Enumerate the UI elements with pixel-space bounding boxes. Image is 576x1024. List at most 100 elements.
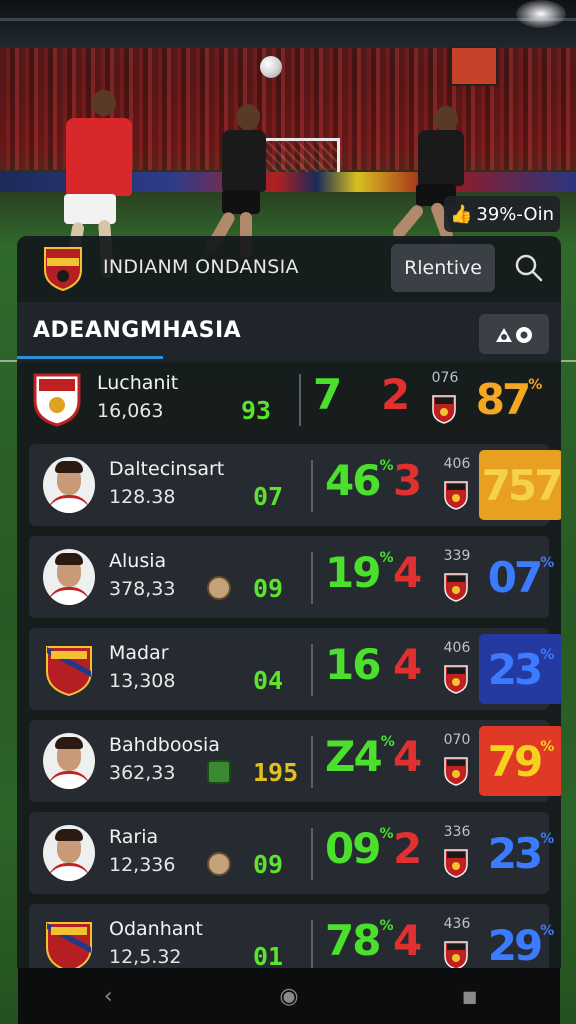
- stat-secondary: 4: [393, 916, 423, 965]
- approval-badge-text: 39%-Oin: [476, 203, 554, 225]
- club-crest-icon: [46, 646, 92, 697]
- player-name: Daltecinsart: [109, 458, 225, 480]
- options-icon: [496, 327, 532, 343]
- team-crest-icon: [444, 665, 468, 694]
- divider: [311, 552, 313, 604]
- team-crest-icon: [444, 941, 468, 968]
- club-crest-icon: [44, 247, 82, 292]
- player-value: 362,33: [109, 762, 176, 784]
- stat-secondary: 4: [393, 548, 423, 597]
- score: 01: [253, 942, 284, 968]
- stat-small: 336: [443, 824, 471, 840]
- team-crest-icon: [444, 573, 468, 602]
- stat-small: 406: [443, 456, 471, 472]
- stat-secondary: 3: [393, 456, 423, 505]
- divider: [311, 736, 313, 788]
- player-name: Madar: [109, 642, 169, 664]
- team-crest-icon: [432, 395, 456, 424]
- avatar: [43, 457, 95, 513]
- player-name: Luchanit: [97, 372, 179, 394]
- search-icon[interactable]: [513, 252, 545, 284]
- stat-primary: Z4%: [325, 732, 395, 781]
- avatar: [43, 549, 95, 605]
- stat-secondary: 2: [393, 824, 423, 873]
- club-mini-badge-icon: [207, 760, 231, 784]
- rating-badge[interactable]: 757: [479, 450, 561, 520]
- approval-badge[interactable]: 👍 39%-Oin: [444, 196, 560, 232]
- stat-primary: 78%: [325, 916, 393, 965]
- team-crest-icon: [444, 849, 468, 878]
- divider: [311, 828, 313, 880]
- table-row[interactable]: Odanhant 12,5.32 01 78% 4 436 29%: [29, 904, 554, 968]
- stat-primary: 7: [313, 370, 342, 419]
- team-crest-icon: [444, 481, 468, 510]
- player-value: 12,5.32: [109, 946, 182, 968]
- player-value: 378,33: [109, 578, 176, 600]
- stat-primary: 46%: [325, 456, 393, 505]
- player-name: Alusia: [109, 550, 167, 572]
- stat-primary: 19%: [325, 548, 393, 597]
- recents-icon[interactable]: ■: [440, 974, 500, 1018]
- score: 07: [253, 482, 284, 511]
- rating-badge[interactable]: 23%: [479, 634, 561, 704]
- player-name: Bahdboosia: [109, 734, 220, 756]
- rating-badge[interactable]: 23%: [479, 818, 561, 888]
- divider: [299, 374, 301, 426]
- floodlight: [516, 0, 566, 28]
- stat-secondary: 4: [393, 732, 423, 781]
- stat-small: 406: [443, 640, 471, 656]
- table-row[interactable]: Raria 12,336 09 09% 2 336 23%: [29, 812, 554, 894]
- table-row[interactable]: Luchanit 16,063 93 7 2 076 87%: [17, 358, 561, 440]
- club-crest-icon: [46, 922, 92, 968]
- player-name: Odanhant: [109, 918, 203, 940]
- divider: [311, 644, 313, 696]
- stat-secondary: 4: [393, 640, 423, 689]
- stat-secondary: 2: [381, 370, 411, 419]
- player-value: 13,308: [109, 670, 176, 692]
- stat-small: 339: [443, 548, 471, 564]
- rating-badge[interactable]: 29%: [479, 910, 561, 969]
- scoreboard-screen: [450, 46, 498, 86]
- stat-small: 436: [443, 916, 471, 932]
- table-row[interactable]: Bahdboosia 362,33 195 Z4% 4 070 79%: [29, 720, 561, 802]
- player-value: 16,063: [97, 400, 164, 422]
- stat-primary: 09%: [325, 824, 393, 873]
- score: 195: [253, 758, 299, 787]
- divider: [311, 460, 313, 512]
- rating-badge[interactable]: 07%: [479, 542, 561, 612]
- home-icon[interactable]: ◉: [259, 974, 319, 1018]
- options-button[interactable]: [479, 314, 549, 354]
- club-mini-badge-icon: [207, 576, 231, 600]
- player-value: 128.38: [109, 486, 176, 508]
- football: [260, 56, 282, 78]
- page-title: INDIANM ONDANSIA: [103, 256, 299, 278]
- player-value: 12,336: [109, 854, 176, 876]
- ranking-panel: INDIANM ONDANSIA Rlentive ADEANGMHASIA L…: [17, 236, 561, 968]
- table-row[interactable]: Alusia 378,33 09 19% 4 339 07%: [29, 536, 554, 618]
- thumbs-up-icon: 👍: [449, 203, 473, 225]
- rating-badge[interactable]: 79%: [479, 726, 561, 796]
- avatar: [43, 825, 95, 881]
- club-crest-icon: [33, 373, 81, 427]
- stat-primary: 16: [325, 640, 381, 689]
- score: 09: [253, 850, 284, 879]
- section-title[interactable]: ADEANGMHASIA: [33, 318, 241, 343]
- rating-badge[interactable]: 87%: [467, 364, 551, 434]
- score: 09: [253, 574, 284, 603]
- filter-button[interactable]: Rlentive: [391, 244, 495, 292]
- system-nav-bar: ‹ ◉ ■: [18, 968, 560, 1024]
- table-row[interactable]: Madar 13,308 04 16 4 406 23%: [29, 628, 561, 710]
- score: 93: [241, 396, 272, 425]
- stadium-roof: [0, 0, 576, 48]
- stat-small: 070: [443, 732, 471, 748]
- avatar: [43, 733, 95, 789]
- player-name: Raria: [109, 826, 159, 848]
- panel-header: INDIANM ONDANSIA Rlentive: [17, 236, 561, 302]
- section-header: ADEANGMHASIA: [17, 302, 561, 360]
- score: 04: [253, 666, 284, 695]
- club-mini-badge-icon: [207, 852, 231, 876]
- table-row[interactable]: Daltecinsart 128.38 07 46% 3 406 757: [29, 444, 561, 526]
- team-crest-icon: [444, 757, 468, 786]
- stat-small: 076: [431, 370, 459, 386]
- back-icon[interactable]: ‹: [78, 974, 138, 1018]
